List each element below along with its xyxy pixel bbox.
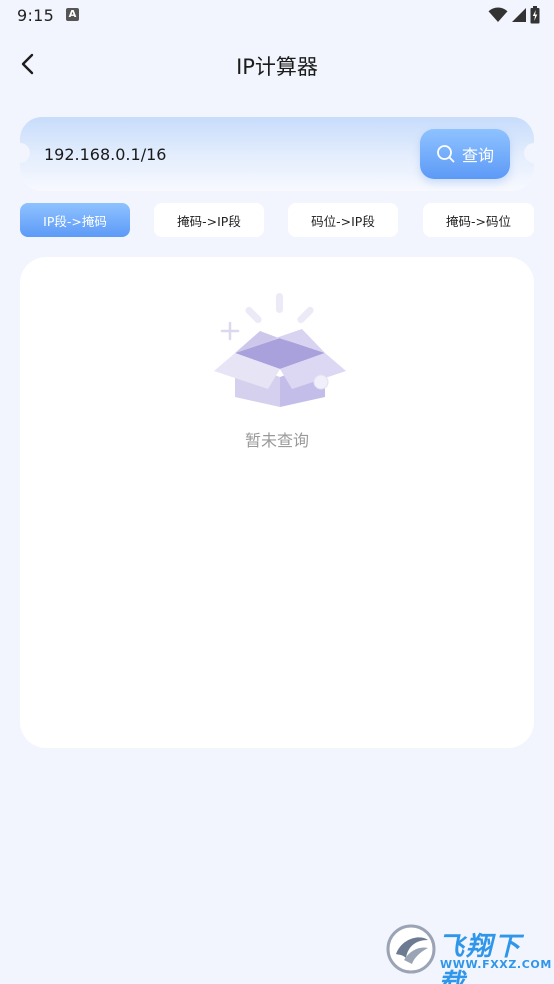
page-title: IP计算器 (236, 55, 318, 79)
watermark: 飞翔下载 WWW.FXXZ.COM (386, 924, 551, 984)
search-icon (437, 145, 455, 163)
watermark-logo-icon (386, 924, 436, 974)
query-button[interactable]: 查询 (420, 129, 510, 179)
ip-input[interactable] (44, 139, 404, 169)
search-bar: 查询 (10, 117, 544, 191)
mode-tabs: IP段->掩码 掩码->IP段 码位->IP段 掩码->码位 (20, 203, 534, 237)
empty-text: 暂未查询 (244, 431, 309, 450)
watermark-url: WWW.FXXZ.COM (440, 958, 552, 971)
wifi-icon (488, 7, 508, 23)
battery-charging-icon (530, 6, 540, 24)
status-time: 9:15 (17, 6, 55, 25)
status-icons (488, 6, 540, 24)
a-icon: A (66, 8, 79, 21)
header: IP计算器 (0, 40, 554, 90)
empty-box-icon (214, 293, 346, 407)
ip-calculator-screen: 9:15 A IP计算器 192.168.0.1/16 查询 IP段->掩码 掩… (0, 0, 554, 984)
query-button-label: 查询 (461, 146, 494, 165)
tab-mask-to-ip[interactable]: 掩码->IP段 (154, 203, 264, 237)
tab-mask-to-bits[interactable]: 掩码->码位 (423, 203, 534, 237)
signal-icon (512, 8, 526, 22)
status-bar: 9:15 A (0, 0, 554, 32)
tab-bits-to-ip[interactable]: 码位->IP段 (288, 203, 398, 237)
watermark-text: 飞翔下载 (438, 932, 523, 984)
result-card: 暂未查询 (20, 257, 534, 748)
tab-ip-to-mask[interactable]: IP段->掩码 (20, 203, 130, 237)
